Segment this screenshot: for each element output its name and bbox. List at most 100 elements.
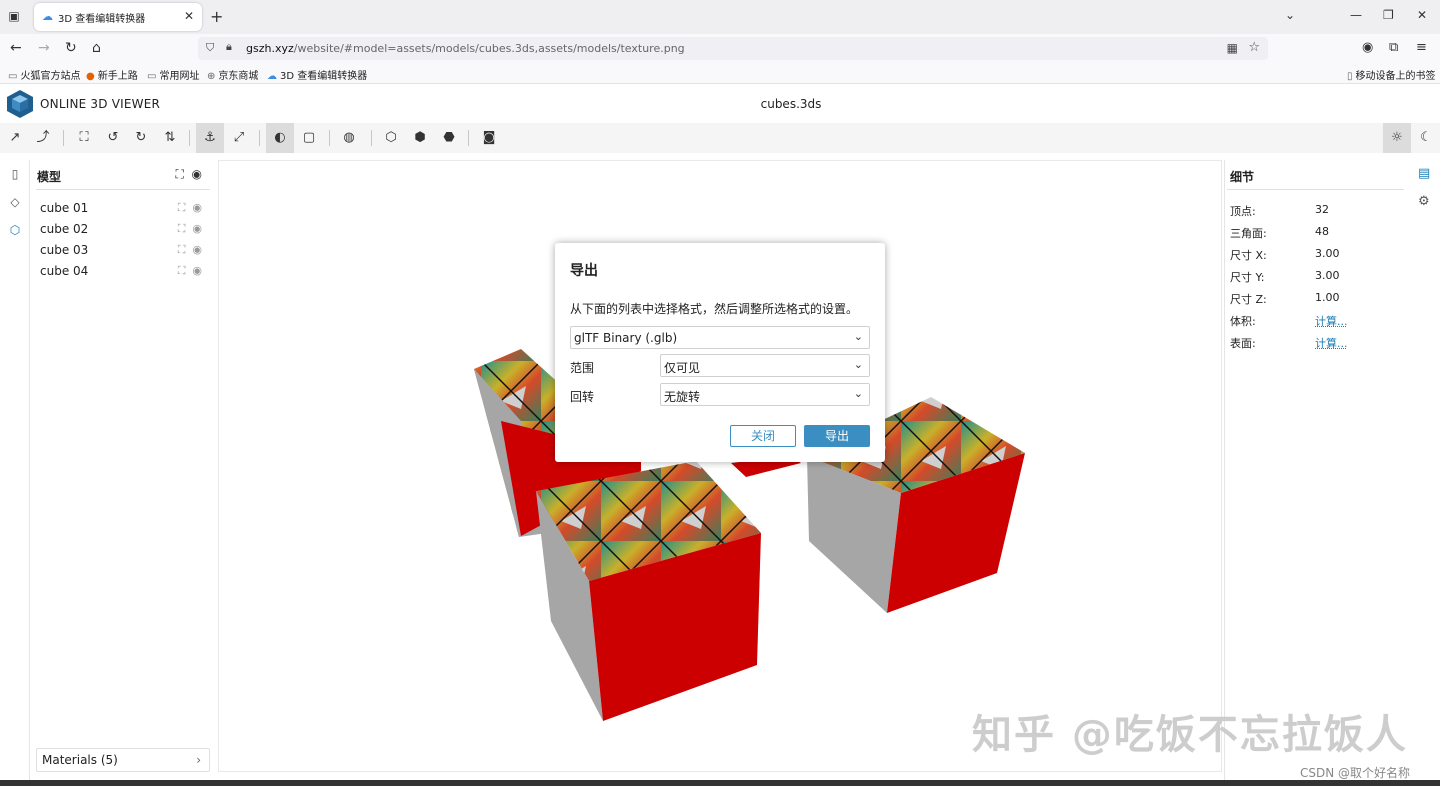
shapes-icon[interactable]: ◇ (7, 195, 23, 211)
shield-icon[interactable]: ⛉ (206, 41, 214, 55)
taskbar-strip (0, 780, 1440, 786)
fit-to-window-icon[interactable]: ⛶ (75, 129, 93, 147)
close-button[interactable]: 关闭 (730, 425, 796, 447)
bookmark-label: 京东商城 (218, 71, 259, 82)
main-toolbar: ↗ ⤴ ⛶ ↺ ↻ ⇅ ⚓ ⤢ ◐ ▢ ◍ ⬡ ⬢ ⬣ ◙ ☼ ☾ (0, 123, 1440, 153)
fit-icon[interactable]: ⛶ (178, 264, 186, 277)
toolbar-separator (371, 130, 372, 146)
export-icon[interactable]: ⬡ (382, 129, 400, 147)
close-tab-icon[interactable]: ✕ (184, 9, 194, 23)
firefox-icon: ● (86, 71, 95, 82)
home-icon[interactable]: ⌂ (92, 40, 101, 56)
format-value: glTF Binary (.glb) (574, 331, 678, 345)
tab-title: 3D 查看编辑转换器 (58, 14, 146, 25)
toolbar-separator (468, 130, 469, 146)
details-panel: 细节 顶点: 32 三角面: 48 尺寸 X: 3.00 尺寸 Y: 3.00 … (1224, 160, 1410, 780)
fit-icon[interactable]: ⛶ (178, 201, 186, 214)
tree-item-cube[interactable]: cube 02 (40, 222, 88, 236)
detail-key: 三角面: (1230, 227, 1267, 240)
qr-code-icon[interactable]: ▦ (1227, 41, 1238, 55)
fixed-up-vector-icon[interactable]: ⚓ (196, 123, 224, 153)
details-icon[interactable]: ▤ (1418, 166, 1430, 181)
detail-key: 顶点: (1230, 205, 1256, 218)
mobile-bookmarks[interactable]: ▯ 移动设备上的书签 (1347, 67, 1436, 82)
url-bar[interactable]: ⛉ 🔒︎ gszh.xyz/website/#model=assets/mode… (198, 37, 1268, 60)
lock-icon[interactable]: 🔒︎ (226, 40, 232, 54)
share-icon[interactable]: ⬢ (411, 129, 429, 147)
fit-icon[interactable]: ⛶ (178, 222, 186, 235)
account-icon[interactable]: ◉ (1362, 40, 1373, 55)
settings-gear-icon[interactable]: ⚙ (1418, 194, 1430, 209)
measure-icon[interactable]: ◍ (340, 129, 358, 147)
model-panel: 模型 ⛶ ◉ cube 01 ⛶ ◉ cube 02 ⛶ ◉ cube 03 ⛶… (30, 160, 216, 780)
eye-icon[interactable]: ◉ (192, 222, 202, 235)
browser-tab[interactable]: ☁ 3D 查看编辑转换器 ✕ (34, 3, 202, 31)
materials-section[interactable]: Materials (5) › (36, 748, 210, 772)
item-actions: ⛶ ◉ (178, 264, 202, 278)
bookmark-label: 移动设备上的书签 (1355, 71, 1436, 82)
calculate-surface-link[interactable]: 计算... (1315, 335, 1348, 351)
toolbar-separator (189, 130, 190, 146)
tree-item-cube[interactable]: cube 01 (40, 201, 88, 215)
bookmark-item[interactable]: ⊕ 京东商城 (207, 67, 258, 82)
bookmark-label: 3D 查看编辑转换器 (280, 71, 368, 82)
bookmark-item[interactable]: ▭ 常用网址 (147, 67, 199, 82)
panel-title: 模型 (37, 170, 62, 184)
eye-icon[interactable]: ◉ (192, 201, 202, 214)
fit-all-icon[interactable]: ⛶ (175, 167, 183, 181)
toolbar-separator (259, 130, 260, 146)
rotation-select[interactable]: 无旋转 ⌄ (660, 383, 870, 406)
restore-icon[interactable]: ❐ (1383, 8, 1394, 22)
calculate-volume-link[interactable]: 计算... (1315, 313, 1348, 329)
file-icon[interactable]: ▯ (7, 167, 23, 183)
mobile-icon: ▯ (1347, 71, 1353, 82)
cube-icon[interactable]: ⬡ (7, 223, 23, 239)
eye-icon[interactable]: ◉ (192, 264, 202, 277)
scope-label: 范围 (570, 361, 595, 375)
bookmark-star-icon[interactable]: ☆ (1248, 40, 1260, 55)
forward-icon[interactable]: → (38, 40, 50, 56)
tab-list-icon[interactable]: ▣ (6, 8, 22, 24)
fit-icon[interactable]: ⛶ (178, 243, 186, 256)
new-tab-icon[interactable]: + (210, 7, 223, 26)
menu-icon[interactable]: ≡ (1416, 40, 1427, 55)
eye-icon[interactable]: ◉ (192, 167, 202, 181)
tree-item-cube[interactable]: cube 03 (40, 243, 88, 257)
window-close-icon[interactable]: ✕ (1417, 8, 1427, 22)
url-text[interactable]: gszh.xyz/website/#model=assets/models/cu… (246, 42, 685, 55)
rotation-value: 无旋转 (664, 390, 701, 404)
open-file-icon[interactable]: ↗ (6, 129, 24, 147)
orthographic-camera-icon[interactable]: ▢ (300, 129, 318, 147)
detail-value: 32 (1315, 203, 1329, 216)
format-select[interactable]: glTF Binary (.glb) ⌄ (570, 326, 870, 349)
dark-theme-icon[interactable]: ☾ (1417, 129, 1435, 147)
scope-value: 仅可见 (664, 361, 701, 375)
light-theme-icon[interactable]: ☼ (1383, 123, 1411, 153)
detail-key: 尺寸 X: (1230, 249, 1267, 262)
up-z-icon[interactable]: ↻ (132, 129, 150, 147)
extensions-icon[interactable]: ⧉ (1389, 40, 1398, 55)
camera-icon[interactable]: ◙ (480, 129, 498, 147)
minimize-icon[interactable]: — (1350, 8, 1362, 22)
url-path: /website/#model=assets/models/cubes.3ds,… (293, 42, 685, 55)
reload-icon[interactable]: ↻ (65, 40, 77, 56)
tree-item-cube[interactable]: cube 04 (40, 264, 88, 278)
eye-icon[interactable]: ◉ (192, 243, 202, 256)
up-y-icon[interactable]: ↺ (104, 129, 122, 147)
detail-value: 3.00 (1315, 247, 1340, 260)
bookmark-item[interactable]: ▭ 火狐官方站点 (8, 67, 80, 82)
export-button[interactable]: 导出 (804, 425, 870, 447)
chevron-down-icon[interactable]: ⌄ (1285, 8, 1295, 22)
back-icon[interactable]: ← (10, 40, 22, 56)
snapshot-model-icon[interactable]: ⬣ (440, 129, 458, 147)
scope-select[interactable]: 仅可见 ⌄ (660, 354, 870, 377)
perspective-camera-icon[interactable]: ◐ (266, 123, 294, 153)
flip-up-icon[interactable]: ⇅ (161, 129, 179, 147)
bookmark-item[interactable]: ☁ 3D 查看编辑转换器 (267, 67, 367, 82)
open-url-icon[interactable]: ⤴ (34, 129, 52, 147)
bookmark-label: 常用网址 (159, 71, 200, 82)
free-orbit-icon[interactable]: ⤢ (230, 129, 248, 147)
bookmark-item[interactable]: ● 新手上路 (86, 67, 138, 82)
globe-icon: ⊕ (207, 71, 216, 82)
detail-value: 1.00 (1315, 291, 1340, 304)
